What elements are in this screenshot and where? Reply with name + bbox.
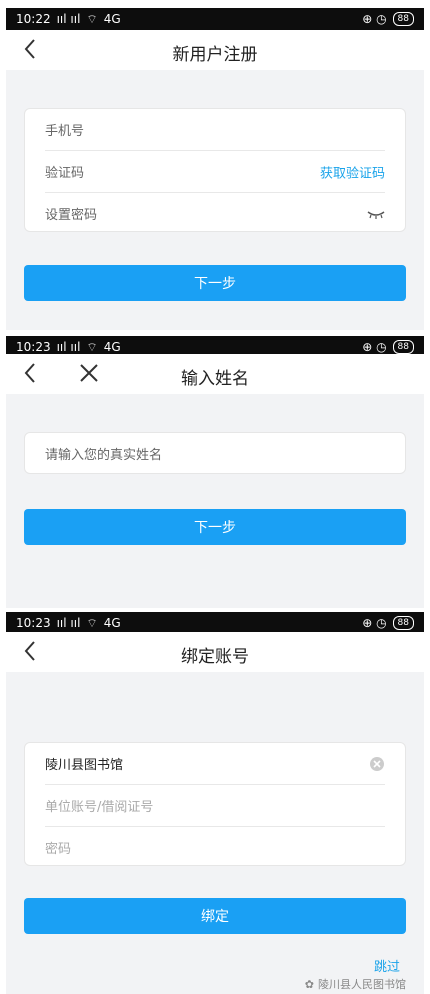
phone-field[interactable]: 手机号 [45, 109, 385, 151]
status-time: 10:22 [16, 12, 51, 26]
bind-button[interactable]: 绑定 [24, 898, 406, 934]
status-time: 10:23 [16, 340, 51, 354]
status-bar: 10:22 ııl ııl ⌔ 4G ⊕ ◷ 88 [6, 8, 424, 30]
password-placeholder: 密码 [45, 842, 72, 857]
clear-icon[interactable] [369, 756, 385, 772]
eye-closed-icon[interactable] [367, 209, 385, 219]
signal-icon: ııl ııl [56, 340, 81, 354]
next-button[interactable]: 下一步 [24, 509, 406, 545]
battery-icon: 88 [392, 340, 414, 354]
name-content: 请输入您的真实姓名 下一步 [6, 394, 424, 608]
password-placeholder: 设置密码 [45, 208, 98, 223]
password-field[interactable]: 密码 [45, 827, 385, 868]
wifi-icon: ⌔ [86, 11, 98, 26]
signal-icon: ııl ııl [56, 616, 81, 630]
skip-link[interactable]: 跳过 [374, 956, 400, 975]
watermark: ✿ 陵川县人民图书馆 [305, 976, 406, 992]
nav-bar: 输入姓名 [6, 354, 424, 394]
account-field[interactable]: 单位账号/借阅证号 [45, 785, 385, 827]
network-label: 4G [103, 616, 121, 630]
name-screen: 10:23 ııl ııl ⌔ 4G ⊕ ◷ 88 输入姓名 请输入您的真实姓名… [0, 332, 430, 608]
page-title: 绑定账号 [181, 647, 249, 667]
page-title: 输入姓名 [181, 369, 249, 389]
name-input-card: 请输入您的真实姓名 [24, 432, 406, 474]
status-time: 10:23 [16, 616, 51, 630]
library-field[interactable]: 陵川县图书馆 [45, 743, 385, 785]
status-icons: ⊕ ◷ [362, 616, 387, 630]
bind-content: 陵川县图书馆 单位账号/借阅证号 密码 绑定 跳过 ✿ 陵川县人民图书馆 [6, 672, 424, 994]
wechat-icon: ✿ [304, 977, 314, 991]
account-placeholder: 单位账号/借阅证号 [45, 800, 154, 815]
bind-account-screen: 10:23 ııl ııl ⌔ 4G ⊕ ◷ 88 绑定账号 陵川县图书馆 单位… [0, 608, 430, 994]
code-placeholder: 验证码 [45, 166, 85, 181]
page-title: 新用户注册 [172, 45, 258, 65]
register-screen: 10:22 ııl ııl ⌔ 4G ⊕ ◷ 88 新用户注册 手机号 验证码 … [0, 0, 430, 330]
wifi-icon: ⌔ [86, 615, 98, 630]
next-button[interactable]: 下一步 [24, 265, 406, 301]
real-name-field[interactable]: 请输入您的真实姓名 [45, 433, 385, 473]
bind-form: 陵川县图书馆 单位账号/借阅证号 密码 [24, 742, 406, 866]
register-content: 手机号 验证码 获取验证码 设置密码 下一步 [6, 70, 424, 330]
watermark-text: 陵川县人民图书馆 [318, 978, 406, 991]
library-name: 陵川县图书馆 [45, 758, 124, 773]
register-form: 手机号 验证码 获取验证码 设置密码 [24, 108, 406, 232]
status-bar: 10:23 ııl ııl ⌔ 4G ⊕ ◷ 88 [6, 612, 424, 634]
name-placeholder: 请输入您的真实姓名 [45, 447, 163, 463]
network-label: 4G [103, 12, 121, 26]
phone-placeholder: 手机号 [45, 124, 85, 139]
status-icons: ⊕ ◷ [362, 340, 387, 354]
signal-icon: ııl ııl [56, 12, 81, 26]
password-field[interactable]: 设置密码 [45, 193, 385, 234]
battery-icon: 88 [392, 12, 414, 26]
nav-bar: 新用户注册 [6, 30, 424, 70]
network-label: 4G [103, 340, 121, 354]
battery-icon: 88 [392, 616, 414, 630]
status-icons: ⊕ ◷ [362, 12, 387, 26]
get-code-button[interactable]: 获取验证码 [320, 162, 385, 181]
code-field[interactable]: 验证码 获取验证码 [45, 151, 385, 193]
wifi-icon: ⌔ [86, 339, 98, 354]
nav-bar: 绑定账号 [6, 632, 424, 672]
